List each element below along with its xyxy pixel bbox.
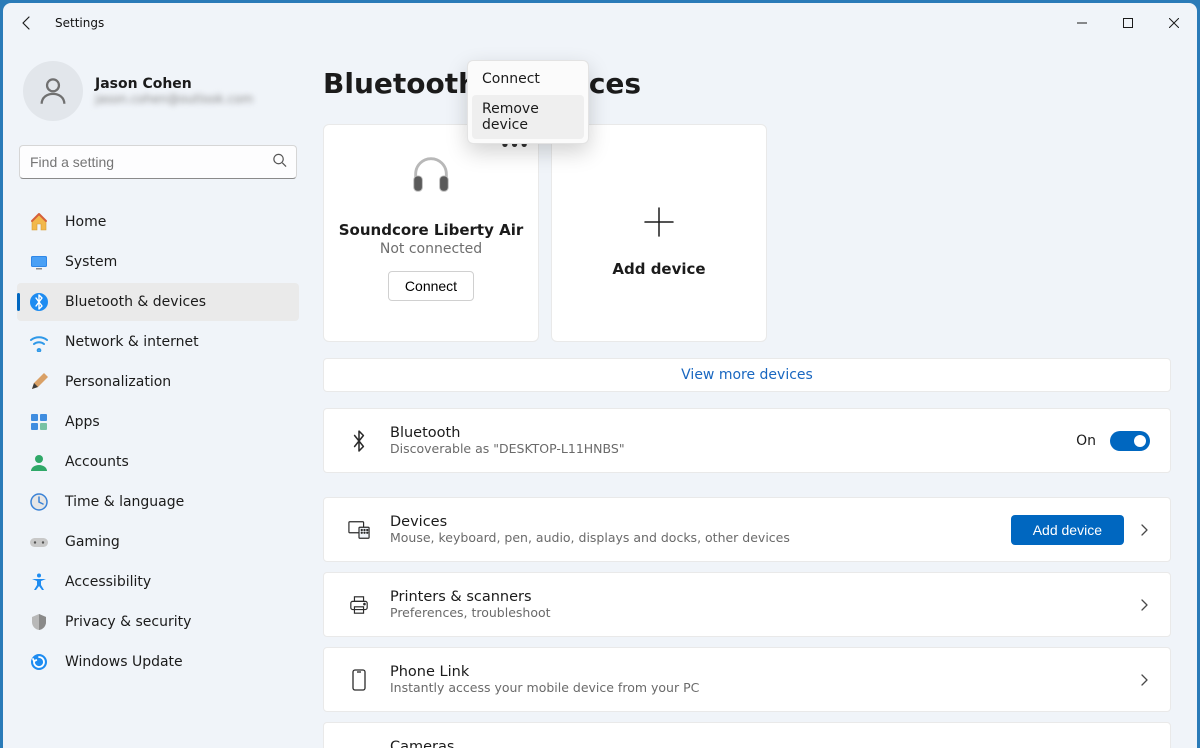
personalization-icon — [29, 372, 49, 392]
sidebar-item-label: Privacy & security — [65, 614, 191, 630]
connect-button[interactable]: Connect — [388, 271, 474, 301]
plus-icon — [641, 204, 677, 246]
user-avatar[interactable] — [23, 61, 83, 121]
sidebar-item-accessibility[interactable]: Accessibility — [17, 563, 299, 601]
device-name: Soundcore Liberty Air — [339, 221, 524, 239]
printers-row[interactable]: Printers & scanners Preferences, trouble… — [323, 572, 1171, 637]
bluetooth-subtitle: Discoverable as "DESKTOP-L11HNBS" — [390, 441, 1076, 456]
printers-title: Printers & scanners — [390, 589, 1138, 605]
devices-row[interactable]: Devices Mouse, keyboard, pen, audio, dis… — [323, 497, 1171, 562]
bluetooth-toggle-row: Bluetooth Discoverable as "DESKTOP-L11HN… — [323, 408, 1171, 473]
add-device-label: Add device — [612, 260, 705, 278]
phone-icon — [344, 669, 374, 691]
phone-link-row[interactable]: Phone Link Instantly access your mobile … — [323, 647, 1171, 712]
bluetooth-icon — [344, 430, 374, 452]
sidebar-item-label: Personalization — [65, 374, 171, 390]
sidebar-item-label: Bluetooth & devices — [65, 294, 206, 310]
bluetooth-toggle-label: On — [1076, 433, 1096, 449]
sidebar-item-time[interactable]: Time & language — [17, 483, 299, 521]
sidebar-item-label: System — [65, 254, 117, 270]
printers-subtitle: Preferences, troubleshoot — [390, 605, 1138, 620]
sidebar-item-system[interactable]: System — [17, 243, 299, 281]
sidebar-item-apps[interactable]: Apps — [17, 403, 299, 441]
devices-title: Devices — [390, 514, 1011, 530]
add-device-button[interactable]: Add device — [1011, 515, 1124, 545]
sidebar-item-label: Home — [65, 214, 106, 230]
add-device-card[interactable]: Add device — [551, 124, 767, 342]
close-button[interactable] — [1151, 3, 1197, 43]
sidebar-item-privacy[interactable]: Privacy & security — [17, 603, 299, 641]
devices-subtitle: Mouse, keyboard, pen, audio, displays an… — [390, 530, 1011, 545]
phone-link-title: Phone Link — [390, 664, 1138, 680]
devices-icon — [344, 520, 374, 540]
window-title: Settings — [55, 16, 104, 30]
search-input[interactable] — [19, 145, 297, 179]
sidebar-item-gaming[interactable]: Gaming — [17, 523, 299, 561]
cameras-row[interactable]: Cameras Connected cameras, default image… — [323, 722, 1171, 748]
bluetooth-icon — [29, 292, 49, 312]
sidebar-item-bluetooth[interactable]: Bluetooth & devices — [17, 283, 299, 321]
printer-icon — [344, 595, 374, 615]
user-name: Jason Cohen — [95, 76, 253, 92]
accounts-icon — [29, 452, 49, 472]
bluetooth-title: Bluetooth — [390, 425, 1076, 441]
system-icon — [29, 252, 49, 272]
maximize-button[interactable] — [1105, 3, 1151, 43]
view-more-devices-text: View more devices — [681, 367, 813, 383]
cameras-title: Cameras — [390, 739, 1138, 748]
update-icon — [29, 652, 49, 672]
sidebar-item-update[interactable]: Windows Update — [17, 643, 299, 681]
sidebar-item-label: Accounts — [65, 454, 129, 470]
sidebar-item-personalization[interactable]: Personalization — [17, 363, 299, 401]
gaming-icon — [29, 532, 49, 552]
back-button[interactable] — [19, 15, 35, 31]
page-title: Bluetooth & devices — [323, 67, 1171, 100]
device-status: Not connected — [380, 241, 482, 257]
bluetooth-toggle[interactable] — [1110, 431, 1150, 451]
sidebar-item-label: Network & internet — [65, 334, 199, 350]
chevron-right-icon — [1138, 524, 1150, 536]
apps-icon — [29, 412, 49, 432]
chevron-right-icon — [1138, 674, 1150, 686]
user-email: jason.cohen@outlook.com — [95, 92, 253, 106]
context-connect[interactable]: Connect — [472, 65, 584, 93]
sidebar-item-label: Windows Update — [65, 654, 183, 670]
sidebar-item-accounts[interactable]: Accounts — [17, 443, 299, 481]
minimize-button[interactable] — [1059, 3, 1105, 43]
network-icon — [29, 332, 49, 352]
sidebar-item-home[interactable]: Home — [17, 203, 299, 241]
device-card-soundcore: ••• Soundcore Liberty Air Not connected … — [323, 124, 539, 342]
privacy-icon — [29, 612, 49, 632]
device-context-menu: Connect Remove device — [467, 60, 589, 144]
home-icon — [29, 212, 49, 232]
sidebar-item-label: Gaming — [65, 534, 120, 550]
sidebar-item-network[interactable]: Network & internet — [17, 323, 299, 361]
chevron-right-icon — [1138, 599, 1150, 611]
accessibility-icon — [29, 572, 49, 592]
sidebar-item-label: Time & language — [65, 494, 184, 510]
sidebar-item-label: Accessibility — [65, 574, 151, 590]
search-icon — [272, 153, 287, 172]
sidebar-item-label: Apps — [65, 414, 100, 430]
context-remove-device[interactable]: Remove device — [472, 95, 584, 139]
headphones-icon — [408, 151, 454, 201]
phone-link-subtitle: Instantly access your mobile device from… — [390, 680, 1138, 695]
view-more-devices-link[interactable]: View more devices — [323, 358, 1171, 392]
time-icon — [29, 492, 49, 512]
